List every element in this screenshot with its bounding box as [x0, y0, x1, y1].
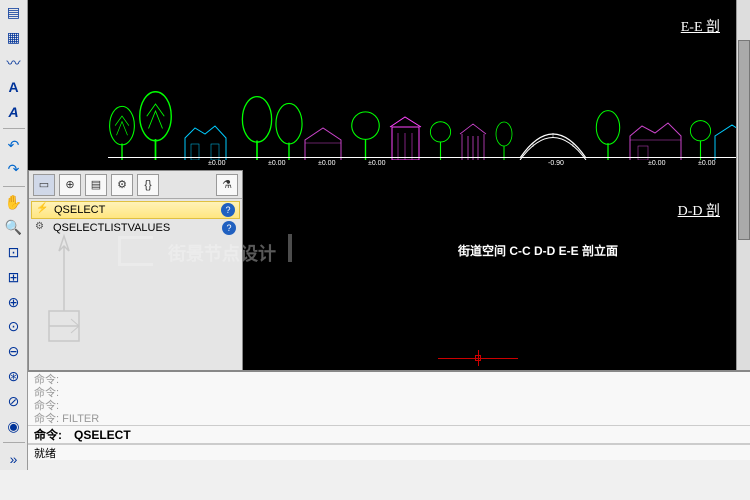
help-icon[interactable]: ?: [222, 221, 236, 235]
command-prompt: 命令:: [34, 426, 62, 443]
tool-layer-icon[interactable]: ▤: [3, 2, 25, 24]
tool-zoom-scale-icon[interactable]: ⊕: [3, 291, 25, 313]
tab-brackets-icon[interactable]: {}: [137, 174, 159, 196]
cursor-crosshair-icon: [438, 350, 518, 370]
command-input[interactable]: 命令: QSELECT: [28, 426, 750, 444]
tab-selection-icon[interactable]: ▭: [33, 174, 55, 196]
tool-undo-icon[interactable]: ↶: [3, 134, 25, 156]
tool-arrow-icon[interactable]: »: [3, 448, 25, 470]
left-toolbar: ▤ ▦ 〰 A A ↶ ↷ ✋ 🔍 ⊡ ⊞ ⊕ ⊙ ⊖ ⊛ ⊘ ◉ »: [0, 0, 28, 470]
baseline: [108, 157, 750, 158]
ucs-compass-icon: [39, 231, 89, 351]
tab-crosshair-icon[interactable]: ⊕: [59, 174, 81, 196]
tool-zoom-all-icon[interactable]: ◉: [3, 415, 25, 437]
cmd-label: QSELECT: [54, 204, 105, 216]
tool-zoom-object-icon[interactable]: ⊖: [3, 341, 25, 363]
command-history: 命令: 命令: 命令: 命令: FILTER: [28, 372, 750, 426]
panel-tabs: ▭ ⊕ ▤ ⚙ {} ⚗: [29, 171, 242, 199]
tool-zoom-dynamic-icon[interactable]: ⊞: [3, 266, 25, 288]
section-label-ee: E-E 剖: [681, 16, 720, 36]
vertical-scrollbar[interactable]: [736, 0, 750, 370]
tool-zoom-out-icon[interactable]: ⊘: [3, 390, 25, 412]
bridge-icon: [518, 125, 588, 160]
tool-text-a-icon[interactable]: A: [3, 76, 25, 98]
tool-pan-icon[interactable]: ✋: [3, 192, 25, 214]
tool-zoom-realtime-icon[interactable]: 🔍: [3, 217, 25, 239]
tab-flask-icon[interactable]: ⚗: [216, 174, 238, 196]
tool-wave-icon[interactable]: 〰: [3, 52, 25, 74]
command-value: QSELECT: [74, 428, 131, 442]
tool-hatch-icon[interactable]: ▦: [3, 27, 25, 49]
help-icon[interactable]: ?: [221, 203, 235, 217]
legend-text: 街道空间 C-C D-D E-E 剖立面: [458, 242, 618, 259]
command-window: 命令: 命令: 命令: 命令: FILTER 命令: QSELECT 就绪: [28, 370, 750, 460]
section-label-dd: D-D 剖: [678, 200, 720, 220]
tool-zoom-window-icon[interactable]: ⊡: [3, 241, 25, 263]
lightning-icon: ⚡: [36, 203, 50, 217]
tool-zoom-center-icon[interactable]: ⊙: [3, 316, 25, 338]
tool-zoom-in-icon[interactable]: ⊛: [3, 366, 25, 388]
tab-layers-icon[interactable]: ▤: [85, 174, 107, 196]
tool-redo-icon[interactable]: ↷: [3, 159, 25, 181]
tab-settings-icon[interactable]: ⚙: [111, 174, 133, 196]
elevation-drawing: [108, 65, 750, 165]
cmd-item-qselect[interactable]: ⚡ QSELECT ?: [31, 201, 240, 219]
status-bar: 就绪: [28, 444, 750, 460]
tool-text-a2-icon[interactable]: A: [3, 101, 25, 123]
